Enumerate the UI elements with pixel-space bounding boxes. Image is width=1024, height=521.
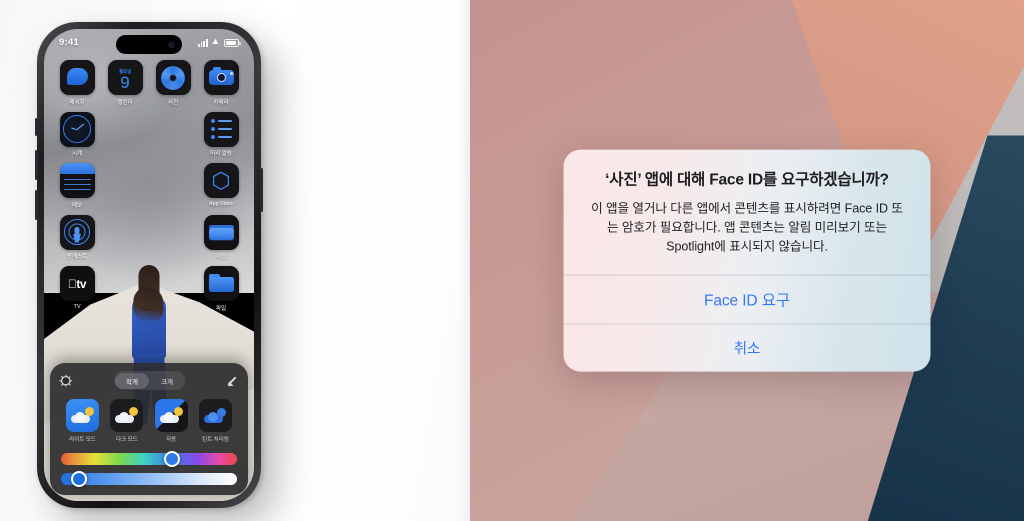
files-icon (203, 266, 239, 301)
reminders-icon (203, 111, 239, 147)
iphone-screen: 9:41 메시 (44, 29, 254, 501)
right-panel: ‘사진’ 앱에 대해 Face ID를 요구하겠습니까? 이 앱을 열거나 다른… (470, 0, 1024, 521)
icon-size-segmented-control[interactable]: 작게 크게 (113, 371, 186, 390)
appearance-mode-options: 라이트 모드 다크 모드 자동 틴트 처리됨 (59, 399, 239, 443)
auto-mode-preview-icon (154, 399, 188, 432)
app-label: 메시지 (69, 99, 85, 106)
left-panel: 9:41 메시 (0, 0, 470, 521)
app-podcasts[interactable]: 팟캐스트 (57, 214, 97, 260)
app-label: 사진 (167, 99, 179, 106)
silent-switch[interactable] (35, 118, 38, 136)
app-app-store[interactable]: ⬡ App Store (201, 163, 241, 209)
cancel-button[interactable]: 취소 (563, 323, 931, 372)
app-row: 메모 ⬡ App Store (57, 163, 241, 209)
battery-icon (224, 38, 241, 47)
require-face-id-button[interactable]: Face ID 요구 (563, 274, 931, 324)
app-label: 캘린더 (117, 99, 133, 106)
segment-small[interactable]: 작게 (115, 372, 149, 389)
app-clock[interactable]: 시계 (57, 111, 97, 157)
camera-icon (203, 60, 239, 95)
mode-label: 틴트 처리됨 (202, 437, 229, 443)
alert-message: 이 앱을 열거나 다른 앱에서 콘텐츠를 표시하려면 Face ID 또는 암호… (591, 202, 903, 254)
cellular-signal-icon (197, 38, 208, 47)
mode-label: 자동 (166, 437, 177, 443)
app-wallet[interactable]: 지갑 (201, 214, 241, 260)
app-messages[interactable]: 메시지 (57, 60, 97, 106)
home-screen-customize-tray: 작게 크게 라이트 모드 다크 모드 자동 틴트 처리됨 (50, 363, 248, 495)
dark-mode-preview-icon (110, 399, 144, 432)
tinted-mode-preview-icon (198, 399, 232, 432)
mode-label: 다크 모드 (116, 437, 138, 443)
eyedropper-icon[interactable] (227, 374, 239, 387)
mode-tinted[interactable]: 틴트 처리됨 (194, 399, 237, 443)
mode-dark[interactable]: 다크 모드 (105, 399, 148, 443)
podcasts-icon (59, 214, 95, 250)
clock-icon (59, 111, 95, 147)
app-files[interactable]: 파일 (201, 266, 241, 312)
wifi-icon (211, 39, 221, 47)
mode-light[interactable]: 라이트 모드 (61, 399, 104, 443)
mode-auto[interactable]: 자동 (150, 399, 193, 443)
app-row: 메시지 월요일 9 캘린더 사진 카메라 (57, 60, 241, 106)
light-mode-preview-icon (66, 399, 99, 432)
volume-down-button[interactable] (35, 190, 38, 220)
app-store-icon: ⬡ (203, 163, 239, 198)
app-calendar[interactable]: 월요일 9 캘린더 (105, 60, 145, 106)
notes-icon (59, 163, 95, 198)
app-label: 카메라 (213, 99, 229, 106)
wallet-icon (203, 214, 239, 250)
saturation-slider-thumb[interactable] (70, 471, 87, 487)
hue-slider[interactable] (61, 451, 237, 467)
calendar-day: 9 (120, 72, 130, 92)
status-bar: 9:41 (44, 29, 254, 56)
app-row: 팟캐스트 지갑 (57, 214, 241, 260)
saturation-slider[interactable] (61, 471, 237, 487)
alert-content: ‘사진’ 앱에 대해 Face ID를 요구하겠습니까? 이 앱을 열거나 다른… (564, 149, 931, 275)
segment-large[interactable]: 크게 (150, 373, 184, 389)
apple-tv-icon: tv (59, 266, 95, 301)
app-photos[interactable]: 사진 (153, 60, 193, 106)
mode-label: 라이트 모드 (69, 437, 96, 443)
tray-toolbar: 작게 크게 (59, 371, 239, 390)
app-label: 파일 (215, 305, 227, 312)
app-reminders[interactable]: 미리 알림 (201, 111, 241, 157)
calendar-icon: 월요일 9 (107, 60, 143, 95)
app-notes[interactable]: 메모 (57, 163, 97, 209)
app-label: 메모 (71, 202, 83, 209)
iphone-device-frame: 9:41 메시 (35, 22, 263, 508)
app-label: 시계 (71, 151, 83, 157)
alert-title: ‘사진’ 앱에 대해 Face ID를 요구하겠습니까? (605, 171, 889, 189)
hue-slider-thumb[interactable] (163, 451, 180, 467)
app-label: App Store (209, 200, 233, 207)
app-label: 지갑 (215, 254, 227, 260)
photos-icon (155, 60, 191, 95)
home-screen-app-grid: 메시지 월요일 9 캘린더 사진 카메라 시계 미리 알림 메모 ⬡ App S… (44, 60, 254, 318)
app-camera[interactable]: 카메라 (201, 60, 241, 106)
dynamic-island (116, 35, 182, 54)
power-button[interactable] (260, 168, 263, 212)
status-bar-indicators (197, 38, 241, 47)
app-label: TV (73, 303, 81, 310)
messages-icon (59, 60, 95, 95)
app-apple-tv[interactable]: tv TV (57, 266, 97, 312)
volume-up-button[interactable] (35, 150, 38, 180)
face-id-alert-dialog: ‘사진’ 앱에 대해 Face ID를 요구하겠습니까? 이 앱을 열거나 다른… (563, 149, 931, 372)
app-label: 미리 알림 (210, 151, 232, 157)
app-row: tv TV 파일 (57, 266, 241, 312)
app-row: 시계 미리 알림 (57, 111, 241, 157)
sun-brightness-icon[interactable] (59, 374, 72, 387)
app-label: 팟캐스트 (66, 254, 88, 260)
status-bar-time: 9:41 (59, 37, 79, 48)
